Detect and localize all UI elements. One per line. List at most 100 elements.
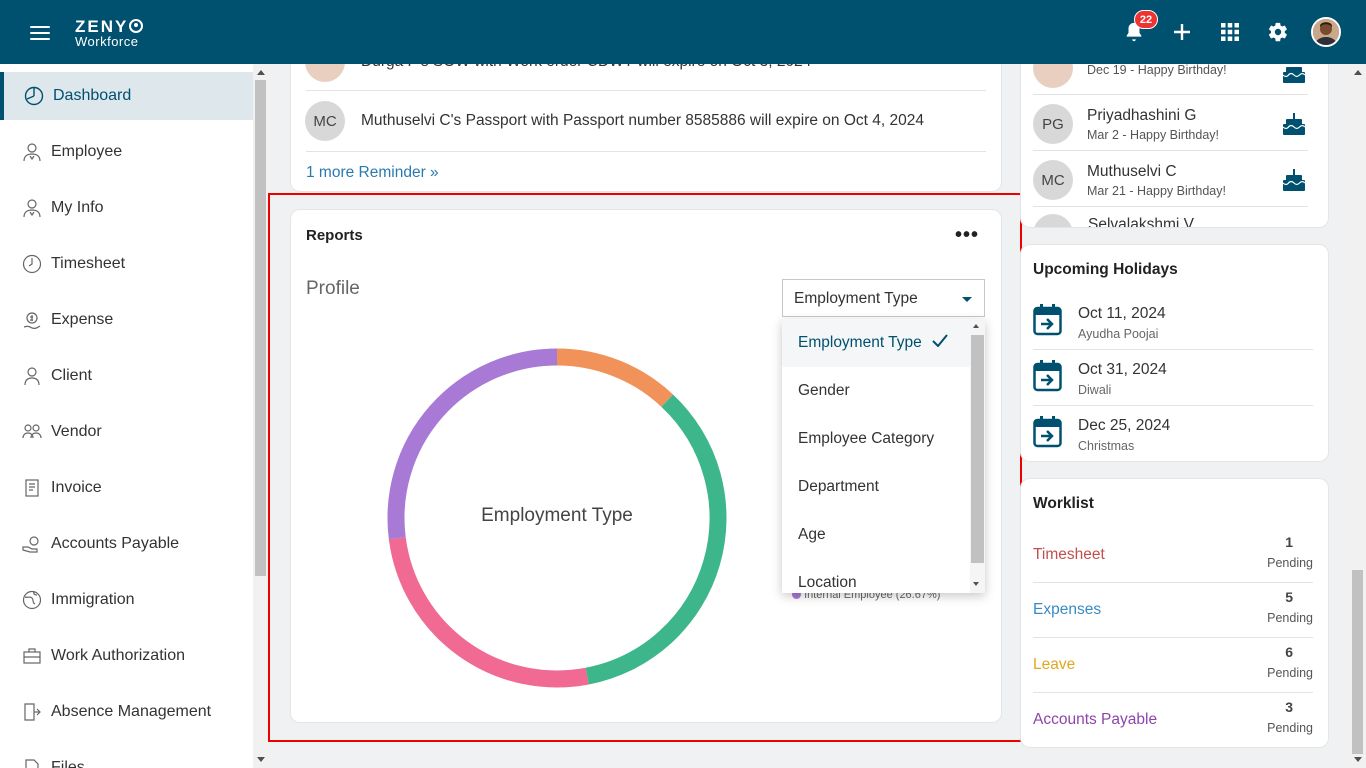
birthday-avatar	[1033, 214, 1073, 227]
worklist-label[interactable]: Timesheet	[1033, 546, 1105, 564]
sidebar-scroll-thumb[interactable]	[255, 80, 266, 576]
sidebar-item-immigration[interactable]: Immigration	[0, 576, 253, 624]
apps-grid-icon[interactable]	[1216, 18, 1244, 46]
worklist-status: Pending	[1267, 666, 1313, 680]
clock-icon	[22, 254, 42, 274]
sidebar-item-work-authorization[interactable]: Work Authorization	[0, 632, 253, 680]
worklist-title: Worklist	[1033, 495, 1094, 512]
sidebar-item-label: Vendor	[51, 423, 102, 440]
dropdown-option-gender[interactable]: Gender	[782, 367, 970, 415]
worklist-item-leave[interactable]: Leave 6 Pending	[1033, 638, 1313, 693]
profile-label: Profile	[306, 278, 360, 299]
holiday-date: Dec 25, 2024	[1078, 416, 1171, 434]
sidebar-item-client[interactable]: Client	[0, 352, 253, 400]
birthday-date: Mar 21 - Happy Birthday!	[1087, 183, 1226, 198]
cake-icon	[1281, 64, 1307, 84]
sidebar-item-files[interactable]: Files	[0, 744, 253, 768]
dropdown-option-employment-type[interactable]: Employment Type	[782, 319, 970, 367]
holiday-row: Dec 25, 2024 Christmas	[1033, 416, 1170, 453]
worklist-item-timesheet[interactable]: Timesheet 1 Pending	[1033, 528, 1313, 583]
reminder-row[interactable]: MC Muthuselvi C's Passport with Passport…	[305, 101, 924, 141]
sidebar-item-label: Immigration	[51, 591, 135, 608]
sidebar-item-expense[interactable]: Expense	[0, 296, 253, 344]
divider	[1033, 405, 1313, 406]
birthday-name: Muthuselvi C	[1087, 162, 1177, 180]
sidebar-item-label: Work Authorization	[51, 647, 185, 664]
client-icon	[22, 366, 42, 386]
birthday-name: Selvalakshmi V	[1088, 216, 1194, 227]
donut-slice[interactable]	[388, 537, 589, 688]
expense-icon	[22, 310, 42, 330]
worklist-label[interactable]: Expenses	[1033, 601, 1101, 619]
sidebar-item-label: Absence Management	[51, 703, 212, 720]
sidebar-item-vendor[interactable]: Vendor	[0, 408, 253, 456]
more-options-icon[interactable]: •••	[955, 225, 979, 245]
sidebar-item-label: Expense	[51, 311, 114, 328]
birthday-row[interactable]: PG Priyadhashini G Mar 2 - Happy Birthday…	[1033, 96, 1219, 152]
app-logo[interactable]: ZENY Workforce	[75, 18, 144, 48]
dropdown-option-location[interactable]: Location	[782, 559, 970, 593]
dropdown-scroll-thumb[interactable]	[971, 335, 984, 563]
worklist-item-accounts-payable[interactable]: Accounts Payable 3 Pending	[1033, 693, 1313, 748]
sidebar-scrollbar[interactable]	[253, 64, 268, 768]
worklist-item-expenses[interactable]: Expenses 5 Pending	[1033, 583, 1313, 638]
holiday-name: Diwali	[1078, 382, 1112, 397]
divider	[1033, 94, 1308, 95]
divider	[306, 151, 986, 152]
file-icon	[22, 758, 42, 768]
page-scrollbar[interactable]	[1350, 64, 1366, 768]
dropdown-option-department[interactable]: Department	[782, 463, 970, 511]
more-reminders-link[interactable]: 1 more Reminder »	[306, 164, 439, 182]
report-type-select[interactable]: Employment Type	[782, 279, 985, 317]
worklist-count: 5	[1285, 589, 1293, 605]
sidebar-item-label: Invoice	[51, 479, 102, 496]
holiday-name: Ayudha Poojai	[1078, 326, 1159, 341]
chevron-down-icon	[962, 297, 972, 302]
menu-icon[interactable]	[30, 26, 50, 40]
user-avatar[interactable]	[1311, 17, 1341, 47]
check-icon	[932, 334, 948, 352]
select-value: Employment Type	[794, 290, 918, 307]
dropdown-scrollbar[interactable]	[970, 319, 985, 593]
sidebar-item-invoice[interactable]: Invoice	[0, 464, 253, 512]
sidebar-item-my-info[interactable]: My Info	[0, 184, 253, 232]
donut-slice[interactable]	[556, 348, 674, 407]
donut-slice[interactable]	[585, 394, 727, 685]
dropdown-option-age[interactable]: Age	[782, 511, 970, 559]
my-info-icon	[22, 198, 42, 218]
header: ZENY Workforce 22	[0, 0, 1366, 64]
calendar-arrow-icon	[1033, 416, 1062, 453]
holiday-row: Oct 31, 2024 Diwali	[1033, 360, 1167, 397]
dashboard-icon	[24, 86, 44, 106]
cake-icon	[1281, 110, 1307, 136]
page-scroll-thumb[interactable]	[1352, 570, 1363, 754]
dropdown-option-employee-category[interactable]: Employee Category	[782, 415, 970, 463]
briefcase-icon	[22, 646, 42, 666]
door-icon	[22, 702, 42, 722]
birthday-name: Priyadhashini G	[1087, 106, 1197, 124]
sidebar-item-label: My Info	[51, 199, 104, 216]
notification-badge: 22	[1134, 10, 1158, 29]
donut-center-label: Employment Type	[481, 505, 633, 526]
gear-icon[interactable]	[1264, 18, 1292, 46]
birthday-row[interactable]: MC Muthuselvi C Mar 21 - Happy Birthday!	[1033, 152, 1226, 208]
sidebar-item-employee[interactable]: Employee	[0, 128, 253, 176]
accounts-payable-icon	[22, 534, 42, 554]
worklist-label[interactable]: Leave	[1033, 656, 1075, 674]
sidebar-item-accounts-payable[interactable]: Accounts Payable	[0, 520, 253, 568]
vendor-icon	[22, 422, 42, 442]
sidebar-item-absence-management[interactable]: Absence Management	[0, 688, 253, 736]
sidebar-item-label: Client	[51, 367, 92, 384]
birthday-row-clipped[interactable]: Selvalakshmi V	[1033, 207, 1323, 227]
sidebar-item-timesheet[interactable]: Timesheet	[0, 240, 253, 288]
reminder-avatar: MC	[305, 101, 345, 141]
sidebar-item-label: Dashboard	[53, 87, 132, 104]
worklist-label[interactable]: Accounts Payable	[1033, 711, 1157, 729]
sidebar-item-dashboard[interactable]: Dashboard	[0, 72, 253, 120]
holiday-date: Oct 31, 2024	[1078, 360, 1167, 378]
sidebar: Dashboard Employee My Info Timesheet Exp…	[0, 64, 253, 768]
holiday-row: Oct 11, 2024 Ayudha Poojai	[1033, 304, 1166, 341]
holiday-date: Oct 11, 2024	[1078, 304, 1166, 322]
worklist-status: Pending	[1267, 721, 1313, 735]
plus-icon[interactable]	[1168, 18, 1196, 46]
